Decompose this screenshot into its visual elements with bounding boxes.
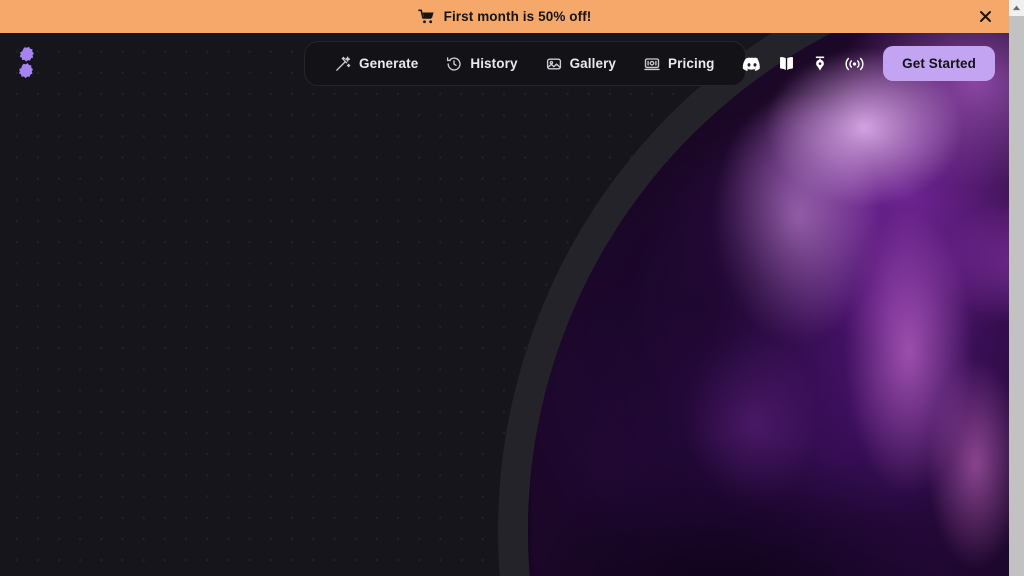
discord-icon: [742, 54, 762, 74]
scrollbar-thumb[interactable]: [1009, 22, 1024, 576]
hero-background: [0, 33, 1009, 576]
nav-item-pricing[interactable]: Pricing: [630, 42, 728, 85]
main-nav: Generate History Gallery Pricing: [304, 41, 746, 86]
nav-item-history-label: History: [470, 56, 518, 71]
promo-banner-content: First month is 50% off!: [417, 9, 592, 24]
open-book-icon: [777, 54, 796, 73]
pricing-screen-icon: [644, 56, 660, 72]
site-header: Generate History Gallery Pricing Get Sta…: [0, 33, 1009, 95]
close-icon[interactable]: [975, 7, 995, 27]
nav-item-gallery-label: Gallery: [569, 56, 617, 71]
get-started-button[interactable]: Get Started: [883, 46, 995, 81]
discord-link[interactable]: [735, 47, 769, 81]
broadcast-signal-icon: [844, 55, 865, 73]
shopping-cart-icon: [417, 9, 435, 24]
vertical-scrollbar[interactable]: [1009, 0, 1024, 576]
nav-item-history[interactable]: History: [432, 42, 531, 85]
magic-wand-icon: [335, 56, 351, 72]
clock-history-icon: [446, 56, 462, 72]
browser-viewport: First month is 50% off! Generate History…: [0, 0, 1024, 576]
docs-link[interactable]: [769, 47, 803, 81]
blog-link[interactable]: [803, 47, 837, 81]
nav-item-generate[interactable]: Generate: [321, 42, 432, 85]
scroll-up-arrow-icon[interactable]: [1009, 0, 1024, 16]
header-actions: Get Started: [735, 41, 995, 86]
pen-nib-icon: [811, 54, 829, 73]
promo-banner-text: First month is 50% off!: [443, 9, 592, 24]
image-gallery-icon: [546, 56, 562, 72]
nebula-shadow-overlay: [528, 33, 1009, 576]
brand-logo-icon[interactable]: [11, 46, 38, 82]
promo-banner: First month is 50% off!: [0, 0, 1009, 33]
hero-nebula-disc: [528, 33, 1009, 576]
nav-item-pricing-label: Pricing: [668, 56, 715, 71]
page-surface: First month is 50% off! Generate History…: [0, 0, 1009, 576]
nav-item-gallery[interactable]: Gallery: [532, 42, 630, 85]
nav-item-generate-label: Generate: [359, 56, 419, 71]
broadcast-link[interactable]: [837, 47, 871, 81]
